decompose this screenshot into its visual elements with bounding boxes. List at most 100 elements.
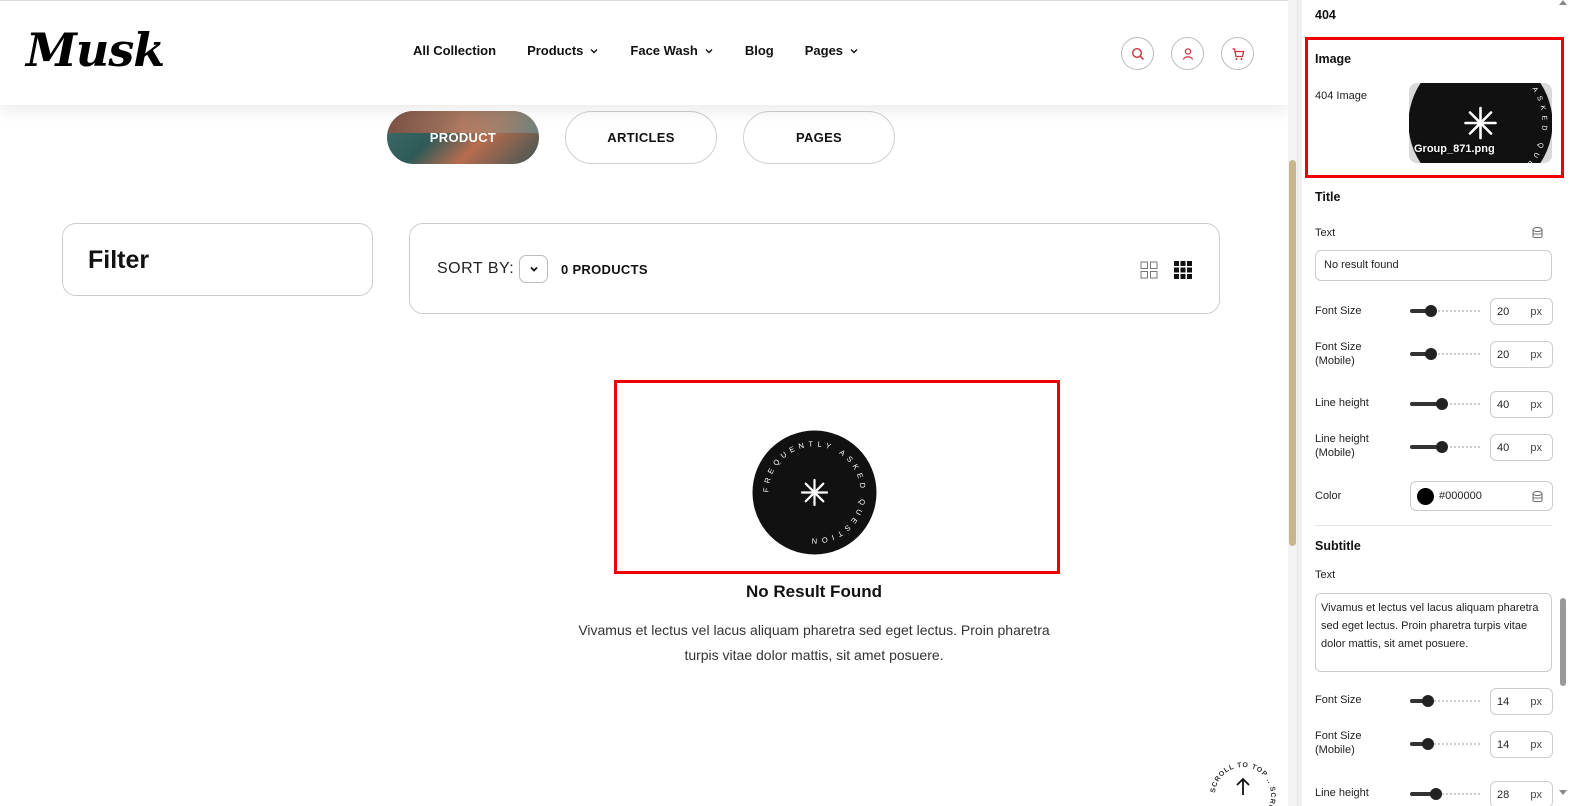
input-unit: px: [1530, 399, 1542, 411]
title-text-label: Text: [1315, 227, 1336, 239]
input-value: 14: [1497, 696, 1510, 708]
input-value: 28: [1497, 789, 1510, 801]
search-button[interactable]: [1121, 37, 1154, 70]
arrow-up-icon: [1236, 777, 1250, 795]
cart-icon: [1232, 47, 1244, 60]
nav-label: Pages: [804, 43, 844, 58]
subtitle-font-size-mobile-input[interactable]: 14 px: [1490, 731, 1553, 758]
title-color-label: Color: [1315, 490, 1342, 502]
slider-knob[interactable]: [1425, 305, 1437, 317]
slider-knob[interactable]: [1429, 788, 1442, 800]
subtitle-font-size-input[interactable]: 14 px: [1490, 688, 1553, 715]
input-value: 40: [1497, 442, 1510, 454]
main-nav: All Collection Products Face Wash Blog P…: [413, 43, 890, 58]
title-line-height-slider[interactable]: [1410, 398, 1482, 410]
sort-select[interactable]: [519, 255, 548, 283]
title-text-input[interactable]: No result found: [1315, 250, 1552, 281]
input-value: 40: [1497, 399, 1510, 411]
store-preview: Musk All Collection Products Face Wash B…: [0, 0, 1288, 806]
filter-heading: Filter: [88, 246, 150, 274]
image-section-heading: Image: [1315, 52, 1352, 66]
tab-label: ARTICLES: [607, 130, 675, 145]
nav-label: Face Wash: [630, 43, 698, 58]
scroll-to-top-button[interactable]: SCROLL TO TOP .. SCROLL TO TOP ..: [1210, 755, 1276, 806]
subtitle-font-size-label: Font Size: [1315, 694, 1362, 706]
nav-face-wash[interactable]: Face Wash: [630, 43, 713, 58]
site-header: Musk All Collection Products Face Wash B…: [0, 1, 1288, 105]
input-unit: px: [1530, 442, 1542, 454]
tab-label: PAGES: [795, 130, 843, 145]
header-actions: [1121, 37, 1254, 70]
asterisk-icon: [800, 478, 829, 507]
subtitle-textarea[interactable]: Vivamus et lectus vel lacus aliquam phar…: [1315, 593, 1552, 672]
image-picker[interactable]: FREQUENTLY ASKED QUESTION Group_871.png: [1409, 83, 1552, 163]
title-font-size-mobile-input[interactable]: 20 px: [1490, 341, 1553, 368]
title-color-input[interactable]: #000000: [1410, 481, 1553, 511]
section-divider: [1315, 525, 1552, 526]
slider-knob[interactable]: [1422, 738, 1434, 750]
no-result-subtitle: Vivamus et lectus vel lacus aliquam phar…: [578, 622, 1050, 663]
subtitle-font-size-slider[interactable]: [1410, 695, 1482, 707]
subtitle-font-size-mobile-label: Font Size (Mobile): [1315, 730, 1362, 756]
tab-pages[interactable]: PAGES: [743, 111, 895, 164]
product-count: 0 PRODUCTS: [561, 262, 648, 277]
settings-panel: 404 Image 404 Image FREQUENTLY ASKED QUE…: [1302, 0, 1583, 806]
panel-scrollbar-thumb[interactable]: [1560, 598, 1566, 686]
input-unit: px: [1530, 696, 1542, 708]
scroll-up-arrow-icon[interactable]: [1559, 0, 1567, 5]
slider-knob[interactable]: [1425, 348, 1437, 360]
nav-blog[interactable]: Blog: [745, 43, 774, 58]
scrollbar-thumb[interactable]: [1289, 160, 1296, 546]
grid-3-icon[interactable]: [1174, 261, 1192, 279]
title-font-size-mobile-label: Font Size (Mobile): [1315, 341, 1362, 367]
grid-2-icon[interactable]: [1140, 261, 1158, 279]
subtitle-line-height-slider[interactable]: [1410, 788, 1482, 800]
nav-label: All Collection: [413, 43, 497, 58]
subtitle-font-size-mobile-slider[interactable]: [1410, 738, 1482, 750]
nav-label: Blog: [744, 43, 774, 58]
no-result-title: No Result Found: [746, 582, 882, 601]
tab-product[interactable]: PRODUCT: [387, 111, 539, 164]
color-value: #000000: [1439, 490, 1482, 502]
input-value: 20: [1497, 306, 1510, 318]
title-font-size-input[interactable]: 20 px: [1490, 298, 1553, 325]
search-type-tabs: PRODUCT ARTICLES PAGES: [387, 111, 895, 164]
filter-panel[interactable]: Filter: [62, 223, 373, 296]
account-button[interactable]: [1171, 37, 1204, 70]
preview-scrollbar[interactable]: [1288, 0, 1297, 806]
nav-products[interactable]: Products: [527, 43, 599, 58]
tab-articles[interactable]: ARTICLES: [565, 111, 717, 164]
asterisk-icon: [1464, 106, 1497, 140]
title-section-heading: Title: [1315, 190, 1341, 204]
input-value: 20: [1497, 349, 1510, 361]
title-font-size-slider[interactable]: [1410, 305, 1482, 317]
chevron-down-icon: [705, 48, 713, 53]
input-unit: px: [1530, 349, 1542, 361]
image-field-label: 404 Image: [1315, 90, 1367, 102]
input-unit: px: [1530, 306, 1542, 318]
user-icon: [1182, 47, 1193, 60]
faq-badge-image: FREQUENTLY ASKED QUESTION: [752, 430, 877, 555]
input-unit: px: [1530, 739, 1542, 751]
title-font-size-mobile-slider[interactable]: [1410, 348, 1482, 360]
subtitle-line-height-input[interactable]: 28 px: [1490, 781, 1553, 806]
sort-toolbar: SORT BY: 0 PRODUCTS: [409, 223, 1220, 314]
input-unit: px: [1530, 789, 1542, 801]
site-logo[interactable]: Musk: [26, 23, 165, 77]
dynamic-source-icon[interactable]: [1532, 491, 1543, 503]
dynamic-source-icon[interactable]: [1532, 227, 1543, 239]
nav-all-collection[interactable]: All Collection: [413, 43, 496, 58]
slider-knob[interactable]: [1435, 398, 1448, 410]
slider-knob[interactable]: [1422, 695, 1434, 707]
title-line-height-mobile-label: Line height (Mobile): [1315, 433, 1369, 459]
scroll-down-arrow-icon[interactable]: [1559, 790, 1567, 795]
panel-top-value: 404: [1315, 8, 1336, 22]
title-line-height-mobile-input[interactable]: 40 px: [1490, 434, 1553, 461]
title-line-height-mobile-slider[interactable]: [1410, 441, 1482, 453]
nav-pages[interactable]: Pages: [805, 43, 859, 58]
cart-button[interactable]: [1221, 37, 1254, 70]
slider-knob[interactable]: [1435, 441, 1448, 453]
title-line-height-input[interactable]: 40 px: [1490, 391, 1553, 418]
color-swatch[interactable]: [1417, 488, 1434, 505]
panel-scrollbar[interactable]: [1558, 0, 1568, 806]
